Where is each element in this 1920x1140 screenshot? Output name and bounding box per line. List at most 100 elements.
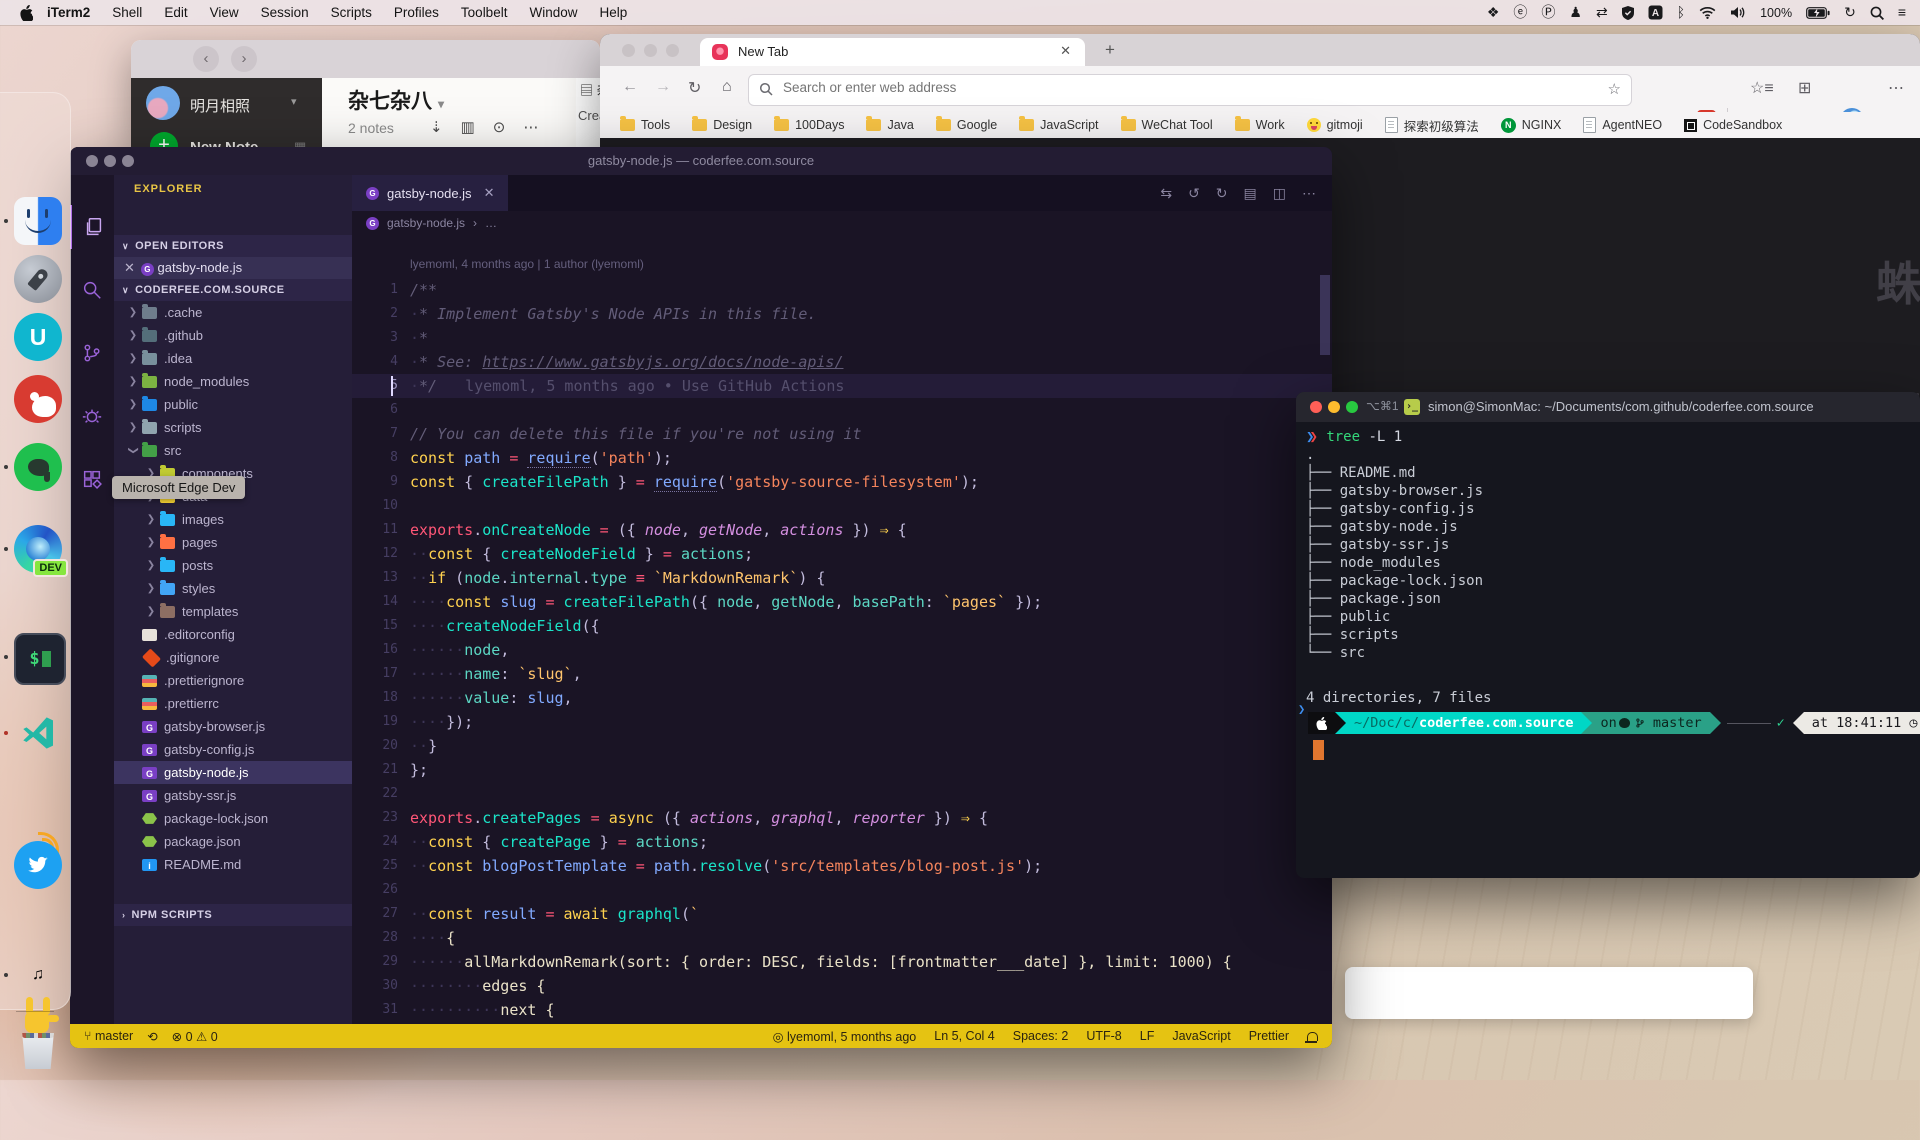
npm-scripts-section[interactable]: ›NPM SCRIPTS [114,904,352,926]
bookmark-file[interactable]: AgentNEO [1583,117,1662,133]
navigate-forward-icon[interactable]: ↻ [1216,185,1228,202]
window-manager-icon[interactable]: ❖ [1487,0,1500,25]
file-tree-item[interactable]: .prettierignore [114,669,352,692]
editor-scrollbar[interactable] [1320,275,1330,355]
wifi-icon[interactable] [1699,6,1716,19]
parallels-icon[interactable]: Ⓟ [1541,0,1555,25]
browser-menu-icon[interactable]: ⋯ [1888,78,1904,98]
menu-item-window[interactable]: Window [529,5,577,20]
back-button[interactable]: ‹ [193,46,219,72]
language-status[interactable]: JavaScript [1172,1029,1230,1043]
browser-tab[interactable]: New Tab ✕ [700,38,1085,66]
menu-item-help[interactable]: Help [599,5,627,20]
file-tree-item[interactable]: Ggatsby-node.js [114,761,352,784]
close-icon[interactable]: ✕ [124,260,135,275]
dock-item-qqmusic[interactable]: ♫ [14,951,62,999]
editor-group[interactable]: G gatsby-node.js ✕ ⇆↺↻▤◫⋯ G gatsby-node.… [352,175,1332,1024]
editor-tab[interactable]: G gatsby-node.js ✕ [352,175,508,211]
encoding-status[interactable]: UTF-8 [1086,1029,1121,1043]
file-tree-item[interactable]: iREADME.md [114,853,352,876]
active-app-menu[interactable]: iTerm2 [47,5,90,20]
spotlight-icon[interactable] [1870,6,1884,20]
minimize-window-button[interactable] [1328,401,1340,413]
refresh-button[interactable]: ↻ [688,78,701,98]
explorer-icon[interactable] [70,205,116,249]
eol-status[interactable]: LF [1140,1029,1155,1043]
new-note-button[interactable]: + [150,132,178,147]
file-tree-item[interactable]: ❯styles [114,577,352,600]
time-machine-icon[interactable]: ↻ [1844,0,1856,25]
bookmark-folder[interactable]: JavaScript [1019,118,1098,132]
open-editor-item[interactable]: ✕G gatsby-node.js [114,257,352,279]
file-tree-item[interactable]: ❯pages [114,531,352,554]
debug-icon[interactable] [70,394,114,438]
file-tree-item[interactable]: Ggatsby-browser.js [114,715,352,738]
account-name[interactable]: 明月相照 [190,95,250,116]
bookmark-folder[interactable]: Work [1235,118,1285,132]
bookmark-file[interactable]: 探索初级算法 [1385,116,1479,135]
tag-icon[interactable]: ⊙ [493,118,506,136]
file-tree-item[interactable]: .prettierrc [114,692,352,715]
file-tree-item[interactable]: package.json [114,830,352,853]
compare-changes-icon[interactable]: ⇆ [1160,185,1172,202]
menu-item-toolbelt[interactable]: Toolbelt [461,5,508,20]
sync-icon[interactable]: ⟲ [147,1029,157,1044]
file-tree-item[interactable]: ❯.github [114,324,352,347]
notebook-title[interactable]: 杂七杂八▾ [348,85,444,115]
minimize-window-button[interactable] [644,44,657,57]
zoom-window-button[interactable] [1346,401,1358,413]
close-window-button[interactable] [622,44,635,57]
battery-icon[interactable] [1806,7,1830,19]
file-tree-item[interactable]: Ggatsby-ssr.js [114,784,352,807]
file-tree-item[interactable]: ❯.idea [114,347,352,370]
indentation-status[interactable]: Spaces: 2 [1013,1029,1069,1043]
file-tree-item[interactable]: .editorconfig [114,623,352,646]
file-tree-item[interactable]: package-lock.json [114,807,352,830]
file-tree-item[interactable]: ❯src [114,439,352,462]
close-window-button[interactable] [1310,401,1322,413]
file-tree-item[interactable]: ❯scripts [114,416,352,439]
input-a-icon[interactable]: A [1648,5,1663,20]
git-branch-status[interactable]: ⑂ master [84,1029,133,1043]
blame-status[interactable]: ◎ lyemoml, 5 months ago [773,1029,917,1044]
bookmark-codesandbox[interactable]: CodeSandbox [1684,118,1782,132]
formatter-status[interactable]: Prettier [1249,1029,1289,1043]
dock-item-trash[interactable] [14,1025,62,1073]
notifications-bell-icon[interactable] [1307,1032,1318,1041]
bookmark-folder[interactable]: 100Days [774,118,844,132]
favorite-star-icon[interactable]: ☆ [1608,80,1621,98]
close-tab-icon[interactable]: ✕ [1060,43,1071,59]
hat-icon[interactable]: ♟ [1569,0,1582,25]
file-tree-item[interactable]: Ggatsby-config.js [114,738,352,761]
bookmark-nginx[interactable]: NNGINX [1501,118,1562,133]
back-button[interactable]: ← [622,78,638,96]
dock-item-utools[interactable]: U [14,313,62,361]
new-note-label[interactable]: New Note [190,139,258,147]
split-editor-icon[interactable]: ◫ [1273,185,1286,202]
list-icon[interactable]: ≡ [1898,0,1906,25]
more-actions-icon[interactable]: ⋯ [1302,185,1316,202]
navigate-back-icon[interactable]: ↺ [1188,185,1200,202]
menu-item-scripts[interactable]: Scripts [331,5,372,20]
source-control-icon[interactable] [70,331,114,375]
grid-icon[interactable]: ▦ [294,139,306,147]
dock-item-finder[interactable] [14,197,62,245]
forward-button[interactable]: → [655,78,671,96]
menu-item-edit[interactable]: Edit [164,5,187,20]
problems-status[interactable]: ⊗ 0 ⚠ 0 [172,1029,218,1044]
cursor-position[interactable]: Ln 5, Col 4 [934,1029,994,1043]
file-tree-item[interactable]: ❯templates [114,600,352,623]
close-tab-icon[interactable]: ✕ [484,185,495,201]
menu-item-profiles[interactable]: Profiles [394,5,439,20]
menu-item-session[interactable]: Session [261,5,309,20]
new-tab-button[interactable]: + [1105,40,1115,60]
bookmark-folder[interactable]: Google [936,118,997,132]
search-icon[interactable] [70,268,114,312]
dock-item-bear[interactable] [14,375,62,423]
bookmark-emoji[interactable]: gitmoji [1307,118,1363,132]
file-tree-item[interactable]: ❯node_modules [114,370,352,393]
open-editors-section[interactable]: ∨OPEN EDITORS [114,235,352,257]
volume-icon[interactable] [1730,6,1746,19]
file-tree-item[interactable]: ❯posts [114,554,352,577]
file-tree-item[interactable]: .gitignore [114,646,352,669]
